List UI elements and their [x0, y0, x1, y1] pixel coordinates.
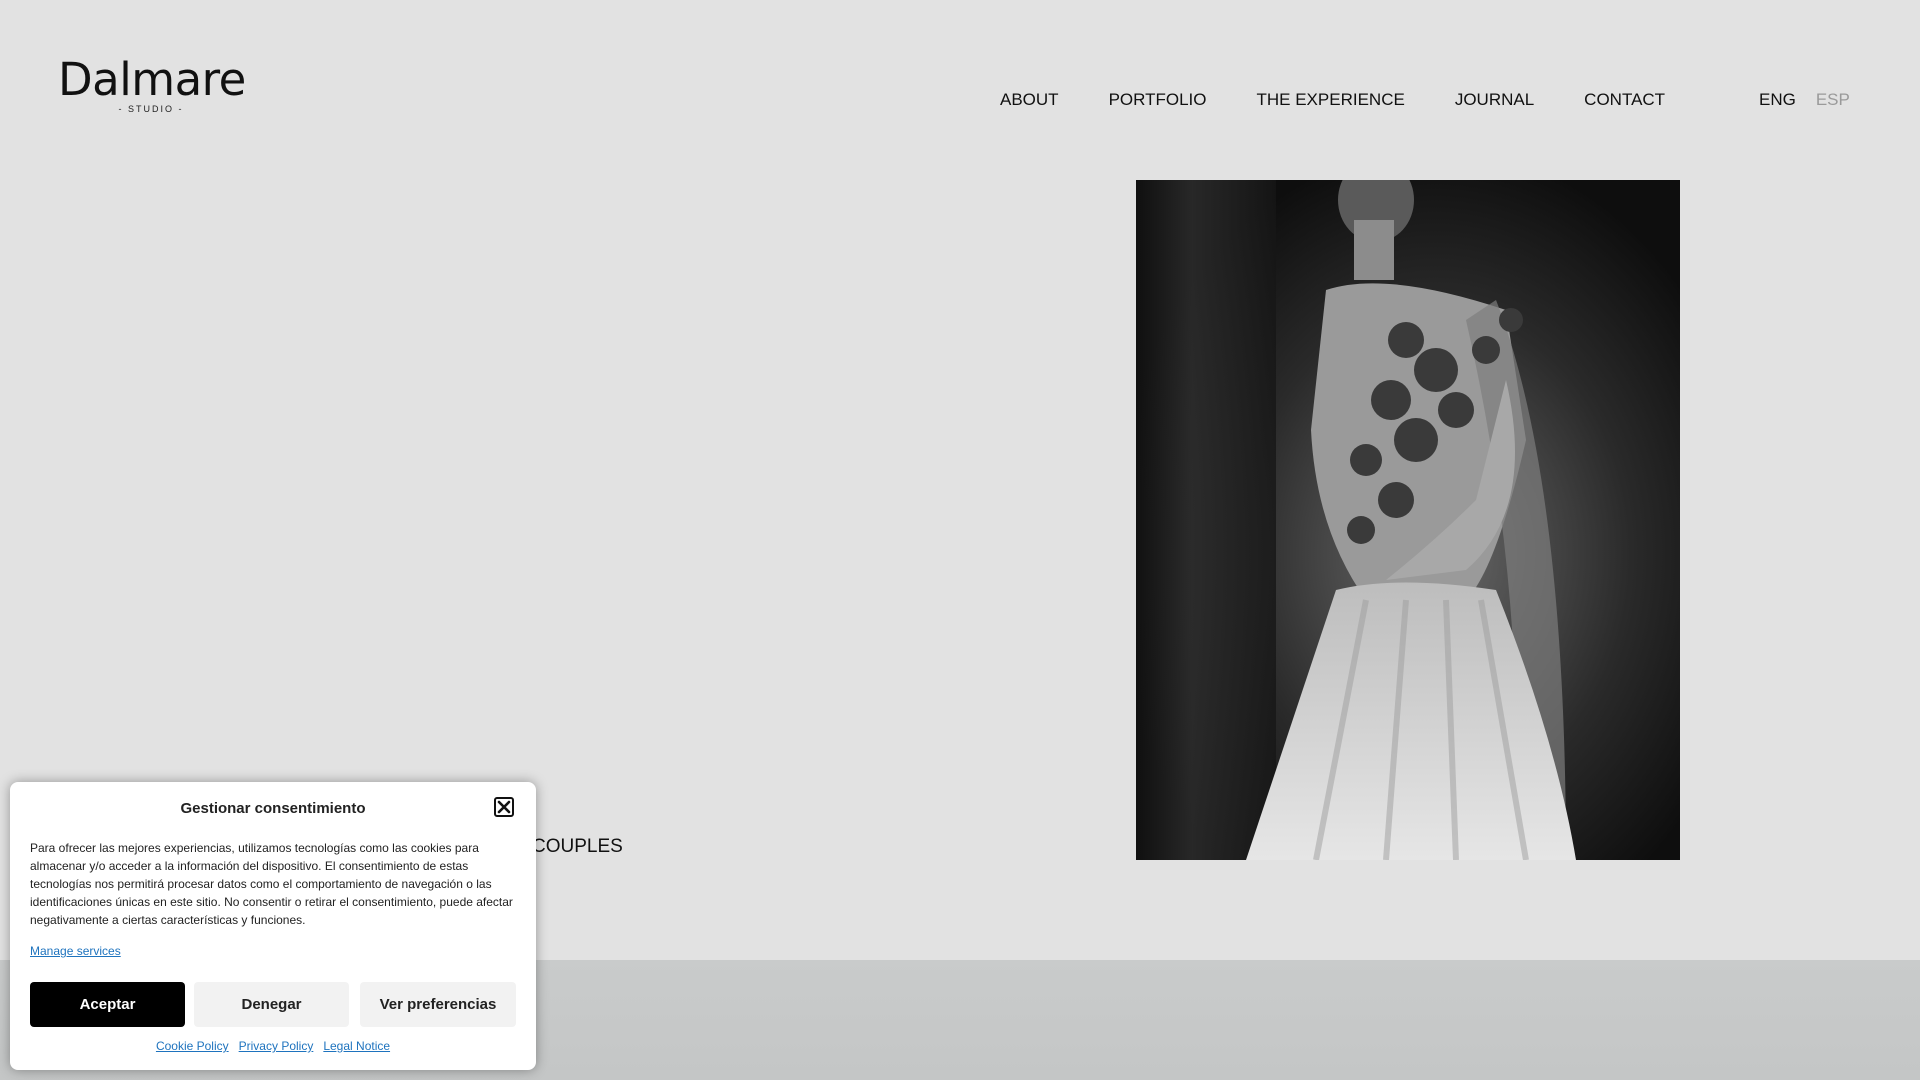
- deny-button[interactable]: Denegar: [194, 982, 349, 1027]
- cookie-dialog-body: Para ofrecer las mejores experiencias, u…: [30, 841, 513, 927]
- policy-links: Cookie Policy Privacy Policy Legal Notic…: [10, 1039, 536, 1053]
- close-icon[interactable]: [494, 797, 514, 817]
- hero-text-couples: COUPLES: [532, 836, 623, 857]
- nav-item-portfolio[interactable]: PORTFOLIO: [1109, 90, 1207, 110]
- cookie-policy-link[interactable]: Cookie Policy: [156, 1039, 229, 1053]
- legal-notice-link[interactable]: Legal Notice: [323, 1039, 390, 1053]
- language-esp[interactable]: ESP: [1816, 90, 1850, 110]
- language-switcher: ENG ESP: [1759, 90, 1850, 110]
- nav-item-about[interactable]: ABOUT: [1000, 90, 1059, 110]
- main-nav: ABOUT PORTFOLIO THE EXPERIENCE JOURNAL C…: [1000, 90, 1665, 110]
- nav-item-contact[interactable]: CONTACT: [1584, 90, 1665, 110]
- cookie-consent-dialog: Gestionar consentimiento Para ofrecer la…: [10, 782, 536, 1070]
- view-preferences-button[interactable]: Ver preferencias: [360, 982, 516, 1027]
- hero-photo: [1136, 180, 1680, 860]
- logo[interactable]: Dalmare - STUDIO -: [58, 53, 246, 115]
- logo-wordmark: Dalmare: [58, 53, 246, 106]
- nav-item-the-experience[interactable]: THE EXPERIENCE: [1257, 90, 1405, 110]
- privacy-policy-link[interactable]: Privacy Policy: [239, 1039, 314, 1053]
- bride-photo-illustration: [1136, 180, 1680, 860]
- accept-button[interactable]: Aceptar: [30, 982, 185, 1027]
- manage-services-link[interactable]: Manage services: [30, 944, 121, 958]
- language-eng[interactable]: ENG: [1759, 90, 1796, 110]
- nav-item-journal[interactable]: JOURNAL: [1455, 90, 1534, 110]
- cookie-dialog-title: Gestionar consentimiento: [180, 800, 366, 817]
